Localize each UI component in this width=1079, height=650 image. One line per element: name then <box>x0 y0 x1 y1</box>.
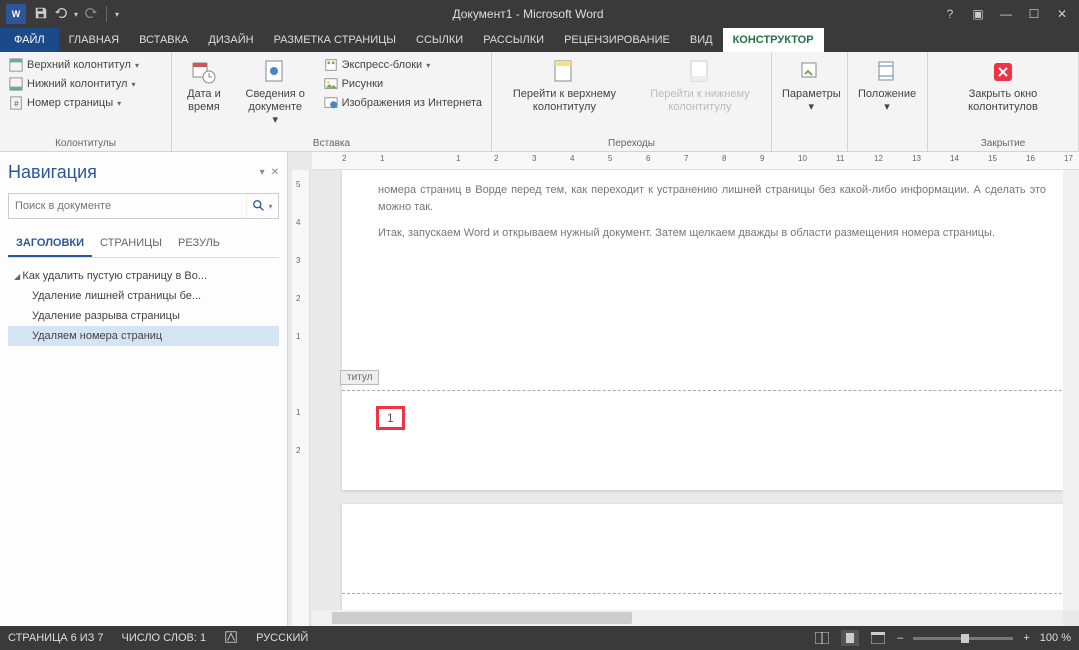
quick-access-toolbar: ▾ ▾ <box>34 6 119 23</box>
tab-review[interactable]: РЕЦЕНЗИРОВАНИЕ <box>554 28 680 52</box>
footer-tab-label[interactable]: титул <box>340 370 379 385</box>
proofing-icon[interactable] <box>224 630 238 647</box>
heading-item[interactable]: Как удалить пустую страницу в Во... <box>8 266 279 286</box>
heading-item[interactable]: Удаление лишней страницы бе... <box>8 286 279 306</box>
ribbon-tabs: ФАЙЛ ГЛАВНАЯ ВСТАВКА ДИЗАЙН РАЗМЕТКА СТР… <box>0 28 1079 52</box>
tab-insert[interactable]: ВСТАВКА <box>129 28 198 52</box>
maximize-button[interactable]: ☐ <box>1021 4 1047 24</box>
goto-header-button[interactable]: Перейти к верхнему колонтитулу <box>498 56 631 116</box>
date-time-button[interactable]: Дата и время <box>178 56 230 116</box>
zoom-out-button[interactable]: – <box>897 632 903 644</box>
close-button[interactable]: ✕ <box>1049 4 1075 24</box>
vertical-scrollbar[interactable] <box>1063 170 1079 610</box>
zoom-level[interactable]: 100 % <box>1040 632 1071 644</box>
body-text[interactable]: Итак, запускаем Word и открываем нужный … <box>378 225 1046 242</box>
tab-design-tools[interactable]: КОНСТРУКТОР <box>723 28 824 52</box>
nav-tab-results[interactable]: РЕЗУЛЬ <box>170 231 228 257</box>
pictures-button[interactable]: Рисунки <box>321 75 485 93</box>
window-title: Документ1 - Microsoft Word <box>119 7 937 21</box>
zoom-in-button[interactable]: + <box>1023 632 1029 644</box>
svg-text:#: # <box>14 100 19 109</box>
options-button[interactable]: Параметры▾ <box>778 56 845 116</box>
tab-view[interactable]: ВИД <box>680 28 723 52</box>
nav-close-icon[interactable]: ✕ <box>271 167 279 178</box>
headings-list: Как удалить пустую страницу в Во... Удал… <box>8 266 279 346</box>
zoom-slider[interactable] <box>913 637 1013 640</box>
position-button[interactable]: Положение▾ <box>854 56 920 116</box>
vertical-ruler[interactable]: 5432112 <box>292 170 310 626</box>
group-label-insert: Вставка <box>178 137 485 149</box>
group-label-navigation: Переходы <box>498 137 765 149</box>
online-pictures-button[interactable]: Изображения из Интернета <box>321 94 485 112</box>
search-input[interactable] <box>9 194 246 218</box>
page-number-highlight[interactable]: 1 <box>376 406 405 430</box>
status-words[interactable]: ЧИСЛО СЛОВ: 1 <box>122 632 207 644</box>
body-text[interactable]: номера страниц в Ворде перед тем, как пе… <box>378 182 1046 215</box>
close-header-footer-button[interactable]: Закрыть окно колонтитулов <box>934 56 1072 116</box>
tab-design[interactable]: ДИЗАЙН <box>198 28 263 52</box>
status-bar: СТРАНИЦА 6 ИЗ 7 ЧИСЛО СЛОВ: 1 РУССКИЙ – … <box>0 626 1079 650</box>
document-area: 211234567891011121314151617 5432112 номе… <box>288 152 1079 626</box>
nav-tab-headings[interactable]: ЗАГОЛОВКИ <box>8 231 92 257</box>
word-icon: W <box>6 4 26 24</box>
horizontal-scrollbar[interactable] <box>312 610 1063 626</box>
header-button[interactable]: Верхний колонтитул▾ <box>6 56 142 74</box>
ribbon: Верхний колонтитул▾ Нижний колонтитул▾ #… <box>0 52 1079 152</box>
tab-file[interactable]: ФАЙЛ <box>0 28 59 52</box>
ribbon-display-icon[interactable]: ▣ <box>965 4 991 24</box>
group-label-headers: Колонтитулы <box>6 137 165 149</box>
undo-dropdown-icon[interactable]: ▾ <box>74 10 78 19</box>
web-layout-icon[interactable] <box>869 630 887 646</box>
horizontal-ruler[interactable]: 211234567891011121314151617 <box>312 152 1079 170</box>
print-layout-icon[interactable] <box>841 630 859 646</box>
search-box[interactable]: ▾ <box>8 193 279 219</box>
page-number-button[interactable]: #Номер страницы▾ <box>6 94 142 112</box>
group-label-close: Закрытие <box>934 137 1072 149</box>
undo-icon[interactable] <box>54 6 68 23</box>
nav-title: Навигация ▾✕ <box>8 162 279 183</box>
quick-parts-button[interactable]: Экспресс-блоки▾ <box>321 56 485 74</box>
heading-item[interactable]: Удаление разрыва страницы <box>8 306 279 326</box>
doc-info-button[interactable]: Сведения о документе▾ <box>234 56 317 130</box>
footer-button[interactable]: Нижний колонтитул▾ <box>6 75 142 93</box>
page[interactable] <box>342 504 1063 610</box>
redo-icon[interactable] <box>84 6 98 23</box>
tab-layout[interactable]: РАЗМЕТКА СТРАНИЦЫ <box>264 28 406 52</box>
save-icon[interactable] <box>34 6 48 23</box>
goto-footer-button: Перейти к нижнему колонтитулу <box>635 56 765 116</box>
nav-tab-pages[interactable]: СТРАНИЦЫ <box>92 231 170 257</box>
document-canvas[interactable]: номера страниц в Ворде перед тем, как пе… <box>312 170 1063 610</box>
navigation-pane: Навигация ▾✕ ▾ ЗАГОЛОВКИ СТРАНИЦЫ РЕЗУЛЬ… <box>0 152 288 626</box>
scrollbar-thumb[interactable] <box>332 612 632 624</box>
page[interactable]: номера страниц в Ворде перед тем, как пе… <box>342 170 1063 490</box>
search-icon[interactable]: ▾ <box>246 194 278 218</box>
tab-mailings[interactable]: РАССЫЛКИ <box>473 28 554 52</box>
status-page[interactable]: СТРАНИЦА 6 ИЗ 7 <box>8 632 104 644</box>
tab-references[interactable]: ССЫЛКИ <box>406 28 473 52</box>
header-area[interactable] <box>342 504 1063 594</box>
read-mode-icon[interactable] <box>813 630 831 646</box>
minimize-button[interactable]: — <box>993 4 1019 24</box>
footer-area[interactable] <box>342 390 1063 490</box>
tab-home[interactable]: ГЛАВНАЯ <box>59 28 129 52</box>
titlebar: W ▾ ▾ Документ1 - Microsoft Word ? ▣ — ☐… <box>0 0 1079 28</box>
status-language[interactable]: РУССКИЙ <box>256 632 308 644</box>
help-icon[interactable]: ? <box>937 4 963 24</box>
heading-item[interactable]: Удаляем номера страниц <box>8 326 279 346</box>
nav-dropdown-icon[interactable]: ▾ <box>260 167 265 178</box>
